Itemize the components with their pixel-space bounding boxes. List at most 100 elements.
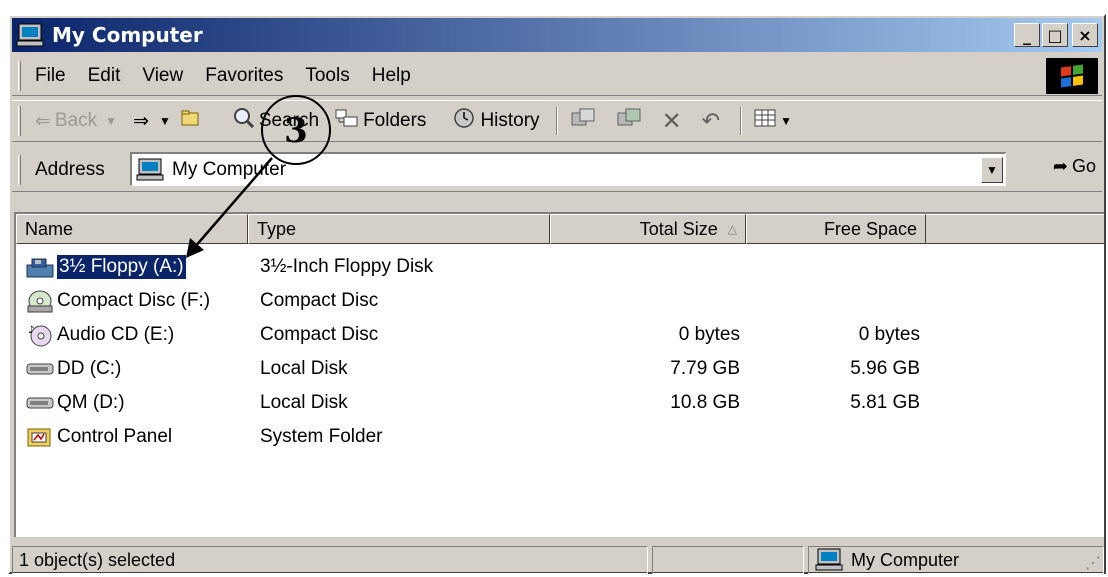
- address-label: Address: [35, 158, 105, 180]
- list-item-name[interactable]: Compact Disc (F:): [26, 289, 210, 313]
- menu-bar: File Edit View Favorites Tools Help: [12, 56, 1102, 96]
- list-item-name[interactable]: ♪ Audio CD (E:): [26, 323, 174, 347]
- toolbar-separator-2: [740, 107, 743, 135]
- list-item-total-size: 0 bytes: [678, 324, 740, 345]
- history-label: History: [480, 110, 540, 131]
- my-computer-icon: [815, 548, 845, 572]
- maximize-button[interactable]: □: [1042, 23, 1068, 47]
- column-header-total-size-label: Total Size: [639, 218, 718, 239]
- list-item-total-size: 10.8 GB: [670, 392, 740, 413]
- windows-logo: [1046, 58, 1098, 94]
- address-input[interactable]: My Computer ▼: [130, 152, 1006, 186]
- list-item-label: Control Panel: [57, 426, 173, 447]
- explorer-window: My Computer _ □ × File Edit View Favorit…: [8, 14, 1106, 574]
- menu-favorites[interactable]: Favorites: [205, 65, 283, 87]
- status-empty-pane: [652, 546, 804, 574]
- back-arrow-icon: ⇐: [35, 110, 51, 132]
- column-header-free-space[interactable]: Free Space: [746, 214, 926, 244]
- delete-x-icon: ✕: [661, 107, 682, 135]
- my-computer-icon: [16, 22, 46, 48]
- svg-text:♪: ♪: [28, 325, 34, 336]
- list-item-label: DD (C:): [57, 358, 122, 379]
- menu-edit[interactable]: Edit: [88, 65, 121, 87]
- address-value: My Computer: [172, 158, 287, 180]
- list-item-name[interactable]: DD (C:): [26, 357, 121, 381]
- column-header-type[interactable]: Type: [248, 214, 550, 244]
- back-button[interactable]: ⇐ Back ▼: [35, 110, 117, 133]
- control-panel-icon: [26, 425, 54, 449]
- list-item[interactable]: DD (C:) Local Disk 7.79 GB 5.96 GB: [16, 352, 1104, 386]
- delete-button[interactable]: ✕: [662, 107, 686, 136]
- go-arrow-icon: ➦: [1052, 156, 1068, 176]
- go-label: Go: [1071, 156, 1096, 176]
- standard-toolbar: ⇐ Back ▼ ⇒ ▼ Search Folders History ✕ ↶ …: [12, 100, 1102, 142]
- history-icon: [452, 107, 476, 135]
- menu-grip[interactable]: [18, 60, 21, 91]
- menu-file[interactable]: File: [35, 65, 66, 87]
- views-button[interactable]: ▼: [754, 109, 792, 133]
- list-item-free-space: 5.96 GB: [850, 358, 920, 379]
- copy-to-icon: [616, 107, 642, 135]
- menu-tools[interactable]: Tools: [305, 65, 349, 87]
- list-item-type: Compact Disc: [260, 290, 379, 311]
- up-folder-icon: [181, 109, 201, 133]
- minimize-button[interactable]: _: [1014, 23, 1040, 47]
- status-bar: 1 object(s) selected My Computer ⋰: [12, 544, 1104, 574]
- address-grip[interactable]: [18, 154, 21, 185]
- hard-disk-icon: [26, 357, 54, 381]
- up-button[interactable]: [181, 109, 205, 133]
- file-list[interactable]: Name Type Total Size △ Free Space 3½ Flo…: [14, 212, 1104, 537]
- list-item[interactable]: QM (D:) Local Disk 10.8 GB 5.81 GB: [16, 386, 1104, 420]
- back-dropdown-icon[interactable]: ▼: [105, 114, 117, 128]
- title-bar[interactable]: My Computer _ □ ×: [12, 18, 1102, 52]
- back-label: Back: [54, 110, 98, 131]
- list-item-name[interactable]: Control Panel: [26, 425, 172, 449]
- audio-cd-icon: ♪: [26, 323, 54, 347]
- hard-disk-icon: [26, 391, 54, 415]
- menu-help[interactable]: Help: [372, 65, 411, 87]
- search-label: Search: [258, 110, 320, 131]
- move-to-button[interactable]: [570, 107, 600, 135]
- views-dropdown-icon[interactable]: ▼: [780, 114, 792, 128]
- menu-view[interactable]: View: [142, 65, 183, 87]
- list-item[interactable]: 3½ Floppy (A:) 3½-Inch Floppy Disk: [16, 250, 1104, 284]
- list-item-name[interactable]: 3½ Floppy (A:): [26, 254, 187, 280]
- list-item-label: Audio CD (E:): [57, 324, 175, 345]
- list-item-type: Local Disk: [260, 392, 348, 413]
- forward-dropdown-icon[interactable]: ▼: [159, 114, 171, 128]
- list-item-type: Compact Disc: [260, 324, 379, 345]
- forward-button[interactable]: ⇒ ▼: [133, 110, 171, 133]
- resize-grip-icon[interactable]: ⋰: [1085, 553, 1101, 573]
- list-item[interactable]: Control Panel System Folder: [16, 420, 1104, 454]
- list-item-type: Local Disk: [260, 358, 348, 379]
- column-header-free-space-label: Free Space: [823, 218, 917, 239]
- list-item-total-size: 7.79 GB: [670, 358, 740, 379]
- column-header-total-size[interactable]: Total Size △: [550, 214, 746, 244]
- address-dropdown-button[interactable]: ▼: [981, 157, 1003, 183]
- undo-icon: ↶: [701, 108, 721, 133]
- address-bar: Address My Computer ▼ ➦ Go: [12, 148, 1102, 192]
- folders-label: Folders: [363, 110, 427, 131]
- column-header-filler: [926, 214, 1104, 244]
- toolbar-grip[interactable]: [18, 106, 21, 136]
- column-header-name-label: Name: [25, 218, 74, 239]
- column-header-name[interactable]: Name: [16, 214, 248, 244]
- list-item[interactable]: Compact Disc (F:) Compact Disc: [16, 284, 1104, 318]
- move-to-icon: [570, 107, 596, 135]
- column-header-type-label: Type: [257, 218, 297, 239]
- undo-button[interactable]: ↶: [702, 108, 724, 134]
- status-location: My Computer: [851, 549, 960, 570]
- search-button[interactable]: Search: [233, 107, 319, 135]
- window-title: My Computer: [52, 23, 203, 47]
- close-button[interactable]: ×: [1072, 23, 1098, 47]
- history-button[interactable]: History: [452, 107, 540, 135]
- copy-to-button[interactable]: [616, 107, 646, 135]
- go-button[interactable]: ➦ Go: [1053, 156, 1096, 177]
- list-item-name[interactable]: QM (D:): [26, 391, 125, 415]
- list-item[interactable]: ♪ Audio CD (E:) Compact Disc 0 bytes 0 b…: [16, 318, 1104, 352]
- list-item-type: System Folder: [260, 426, 383, 447]
- list-item-label: 3½ Floppy (A:): [56, 254, 187, 280]
- list-item-label: QM (D:): [57, 392, 125, 413]
- forward-arrow-icon: ⇒: [133, 110, 149, 132]
- folders-button[interactable]: Folders: [335, 108, 426, 134]
